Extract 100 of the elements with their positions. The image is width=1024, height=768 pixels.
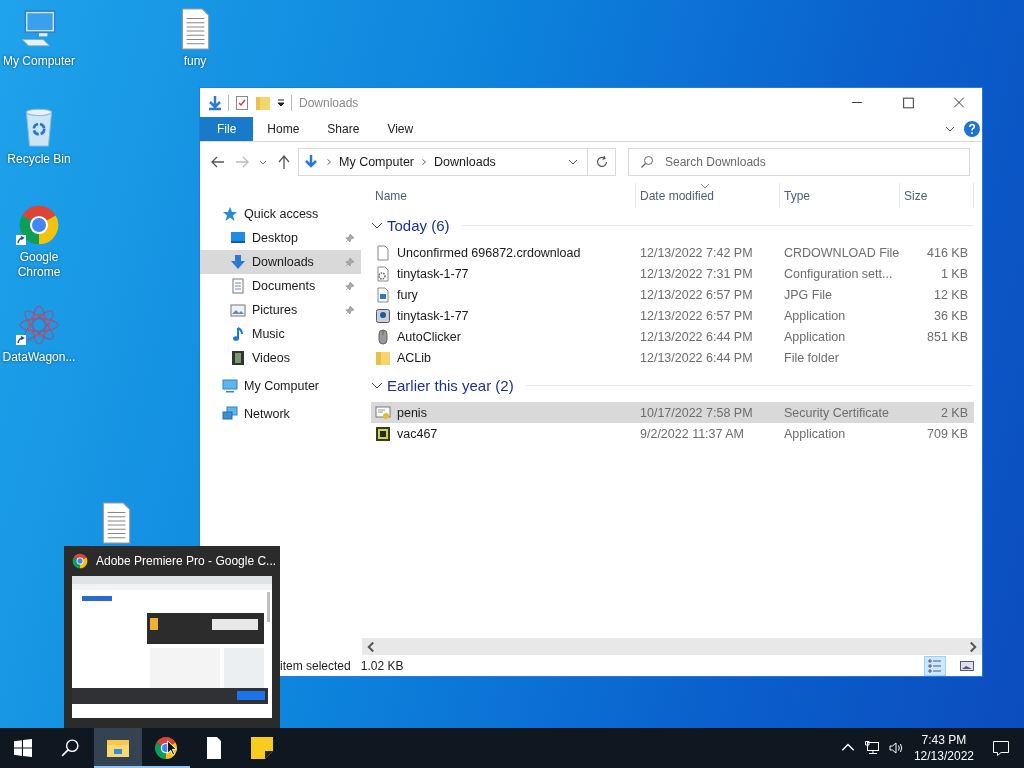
gear-file-icon bbox=[375, 265, 391, 282]
breadcrumb-chevron-icon[interactable] bbox=[420, 158, 429, 166]
notifications-icon[interactable] bbox=[992, 739, 1010, 757]
size-cell: 416 KB bbox=[927, 245, 968, 260]
details-view-icon bbox=[927, 657, 943, 674]
type-cell-text: File folder bbox=[783, 350, 840, 365]
document-icon bbox=[230, 278, 246, 294]
type-cell-text: Application bbox=[783, 329, 847, 344]
size-cell: 36 KB bbox=[933, 308, 968, 323]
download-arrow-icon bbox=[303, 154, 319, 170]
window-title: Downloads bbox=[299, 95, 359, 110]
search-icon bbox=[640, 155, 654, 169]
column-header[interactable]: Type bbox=[780, 183, 900, 208]
type-cell-text: Application bbox=[783, 426, 847, 441]
navigation-item[interactable]: Documents bbox=[200, 274, 361, 298]
breadcrumb[interactable]: Downloads bbox=[434, 155, 496, 169]
horizontal-scrollbar[interactable] bbox=[362, 638, 982, 655]
app-icon bbox=[375, 425, 391, 442]
breadcrumb[interactable]: My Computer bbox=[339, 155, 415, 169]
group-title[interactable]: Today (6) bbox=[387, 216, 450, 234]
navigation-item[interactable]: My Computer bbox=[200, 374, 361, 398]
desktop-icon bbox=[230, 230, 246, 246]
ribbon-tab[interactable]: Share bbox=[313, 117, 374, 141]
file-name: fury bbox=[397, 287, 418, 302]
file-row[interactable]: tinytask-1-77 12/13/2022 7:31 PM Configuration sett... 1 KB bbox=[371, 263, 974, 284]
column-header[interactable]: Name bbox=[371, 183, 636, 208]
taskbar-app[interactable] bbox=[94, 728, 142, 768]
refresh-button[interactable] bbox=[588, 148, 616, 176]
file-row[interactable]: penis 10/17/2022 7:58 PM Security Certificate 2 KB bbox=[371, 402, 974, 423]
size-cell: 1 KB bbox=[940, 266, 968, 281]
file-name: vac467 bbox=[397, 426, 438, 441]
navigation-item[interactable]: Quick access bbox=[200, 202, 361, 226]
date-cell-text: 12/13/2022 6:57 PM bbox=[639, 287, 754, 302]
size-cell: 851 KB bbox=[927, 329, 968, 344]
certificate-icon bbox=[375, 404, 391, 421]
windows-logo-icon bbox=[14, 739, 32, 757]
pin-icon[interactable] bbox=[345, 233, 355, 243]
size-cell: 709 KB bbox=[927, 426, 968, 441]
sticky-note-icon bbox=[250, 736, 274, 760]
breadcrumb-chevron-icon[interactable] bbox=[325, 158, 333, 166]
ribbon-tab[interactable]: Home bbox=[253, 117, 314, 141]
size-cell: 2 KB bbox=[940, 405, 968, 420]
status-size: 1.02 KB bbox=[360, 658, 404, 673]
navigation-item[interactable]: Pictures bbox=[200, 298, 361, 322]
column-header[interactable]: Date modified bbox=[636, 183, 780, 208]
file-row[interactable]: tinytask-1-77 12/13/2022 6:57 PM Application 36 KB bbox=[371, 305, 974, 326]
file-name: AutoClicker bbox=[397, 329, 461, 344]
search-icon bbox=[61, 739, 79, 757]
type-cell-text: JPG File bbox=[783, 287, 833, 302]
file-row[interactable]: Unconfirmed 696872.crdownload 12/13/2022 7:42 PM CRDOWNLOAD File 416 KB bbox=[371, 242, 974, 263]
file-row[interactable]: AutoClicker 12/13/2022 6:44 PM Application 851 KB bbox=[371, 326, 974, 347]
ribbon-tab[interactable]: View bbox=[373, 117, 428, 141]
details-view-button[interactable] bbox=[924, 655, 946, 676]
navigation-item[interactable]: Downloads bbox=[200, 250, 361, 274]
dropdown-caret-icon[interactable] bbox=[276, 97, 286, 108]
date-cell-text: 10/17/2022 7:58 PM bbox=[639, 405, 754, 420]
navigation-item[interactable]: Videos bbox=[200, 346, 361, 370]
file-row[interactable]: ACLib 12/13/2022 6:44 PM File folder bbox=[371, 347, 974, 368]
date-cell-text: 12/13/2022 7:31 PM bbox=[639, 266, 754, 281]
column-header[interactable]: Size bbox=[900, 183, 974, 208]
help-icon[interactable] bbox=[964, 121, 980, 137]
search-field[interactable]: Search Downloads bbox=[628, 148, 970, 176]
date-cell-text: 9/2/2022 11:37 AM bbox=[639, 426, 746, 441]
navigation-item[interactable]: Desktop bbox=[200, 226, 361, 250]
size-cell: 12 KB bbox=[933, 287, 968, 302]
pin-icon[interactable] bbox=[345, 281, 355, 291]
speaker-icon[interactable] bbox=[887, 740, 904, 756]
file-name: tinytask-1-77 bbox=[397, 266, 469, 281]
file-row[interactable]: vac467 9/2/2022 11:37 AM Application 709 KB bbox=[371, 423, 974, 444]
address-bar[interactable]: My Computer Downloads bbox=[298, 148, 588, 176]
navigation-item[interactable]: Music bbox=[200, 322, 361, 346]
clock-date: 12/13/2022 bbox=[913, 748, 974, 764]
starburst-icon[interactable] bbox=[18, 304, 60, 346]
network-icon[interactable] bbox=[863, 740, 880, 756]
date-cell-text: 12/13/2022 6:44 PM bbox=[639, 350, 754, 365]
date-cell-text: 12/13/2022 7:42 PM bbox=[639, 245, 754, 260]
navigation-item[interactable]: Network bbox=[200, 402, 361, 426]
clock[interactable]: 7:43 PM 12/13/2022 bbox=[913, 732, 974, 764]
sort-caret-icon bbox=[700, 183, 710, 189]
properties-icon[interactable] bbox=[234, 94, 250, 111]
preview-title: Adobe Premiere Pro - Google C... bbox=[96, 554, 277, 568]
pin-icon[interactable] bbox=[345, 305, 355, 315]
chrome-icon[interactable] bbox=[18, 204, 60, 246]
file-name: ACLib bbox=[397, 350, 432, 365]
film-icon bbox=[230, 350, 246, 366]
network-icon bbox=[222, 406, 238, 422]
taskbar-preview[interactable]: Adobe Premiere Pro - Google C... bbox=[64, 546, 280, 728]
file-name: Unconfirmed 696872.crdownload bbox=[397, 245, 581, 260]
chrome-icon bbox=[72, 553, 88, 569]
ribbon-tab[interactable]: File bbox=[200, 117, 254, 141]
date-cell-text: 12/13/2022 6:44 PM bbox=[639, 329, 754, 344]
group-title[interactable]: Earlier this year (2) bbox=[387, 376, 514, 394]
date-cell-text: 12/13/2022 6:57 PM bbox=[639, 308, 754, 323]
refresh-icon bbox=[594, 155, 609, 169]
download-arrow-icon bbox=[230, 254, 246, 270]
file-name: penis bbox=[397, 405, 427, 420]
download-arrow-icon[interactable] bbox=[207, 94, 223, 111]
music-note-icon bbox=[230, 326, 246, 342]
type-cell-text: CRDOWNLOAD File bbox=[783, 245, 900, 260]
file-row[interactable]: fury 12/13/2022 6:57 PM JPG File 12 KB bbox=[371, 284, 974, 305]
